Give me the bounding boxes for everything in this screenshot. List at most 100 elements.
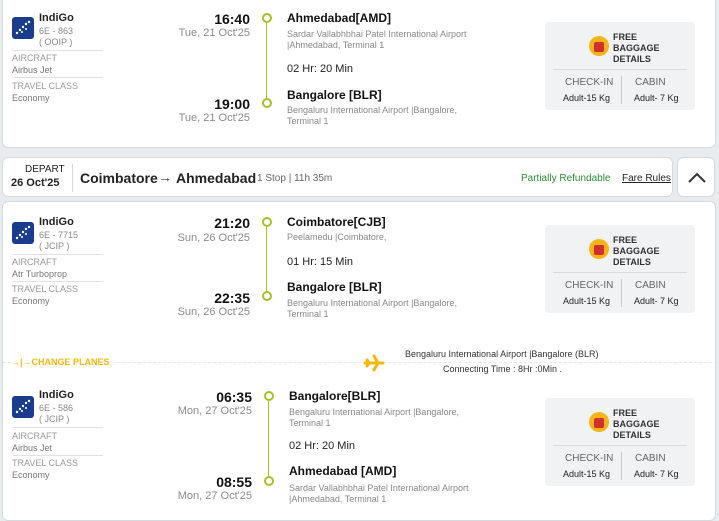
depart-label: DEPART: [25, 164, 65, 175]
baggage-details-box[interactable]: FREE BAGGAGE DETAILS CHECK-IN CABIN Adult-…: [545, 225, 695, 313]
divider: [13, 455, 103, 456]
aircraft-value: Airbus Jet: [12, 65, 53, 75]
departure-airport: Bengaluru International Airport |Bangalo…: [289, 407, 459, 417]
timeline-line: [268, 401, 269, 476]
airplane-icon: [363, 353, 385, 373]
flight-code: ( JCIP ): [39, 414, 70, 424]
arrival-time: 22:35: [214, 290, 250, 306]
divider: [621, 279, 622, 307]
segment-header: DEPART 26 Oct'25 Coimbatore → Ahmedabad …: [2, 157, 673, 197]
airline-name: IndiGo: [39, 389, 74, 401]
airline-name: IndiGo: [39, 12, 74, 24]
flight-code: ( OOIP ): [39, 37, 73, 47]
departure-date: Sun, 26 Oct'25: [177, 232, 250, 244]
indigo-logo: [12, 222, 34, 244]
departure-dot: [262, 13, 272, 23]
flight-duration: 01 Hr: 15 Min: [287, 256, 354, 268]
aircraft-value: Atr Turboprop: [12, 269, 68, 279]
departure-time: 16:40: [214, 11, 250, 27]
stops-duration: 1 Stop | 11h 35m: [257, 173, 333, 184]
departure-city: Bangalore[BLR]: [289, 389, 381, 403]
travel-class-label: TRAVEL CLASS: [12, 284, 79, 294]
arrival-terminal: Terminal 1: [287, 116, 329, 126]
connecting-airport: Bengaluru International Airport |Bangalo…: [405, 349, 599, 359]
divider: [553, 69, 687, 70]
collapse-button[interactable]: [677, 157, 715, 197]
arrival-airport: Sardar Vallabhbhai Patel International A…: [289, 483, 469, 493]
cabin-label: CABIN: [635, 280, 666, 291]
baggage-icon: [589, 36, 609, 56]
checkin-value: Adult-15 Kg: [563, 469, 611, 479]
divider: [13, 427, 103, 428]
departure-dot: [262, 217, 272, 227]
flight-card-2: IndiGo 6E - 7715 ( JCIP ) AIRCRAFT Atr T…: [2, 201, 717, 521]
flight-code: ( JCIP ): [39, 241, 70, 251]
checkin-label: CHECK-IN: [565, 280, 614, 291]
indigo-logo: [12, 17, 34, 39]
change-planes-label: →|→CHANGE PLANES: [11, 357, 114, 367]
route-from: Coimbatore: [80, 170, 158, 186]
arrival-date: Mon, 27 Oct'25: [177, 490, 252, 502]
departure-terminal: Terminal 1: [289, 418, 331, 428]
baggage-details-box[interactable]: FREE BAGGAGE DETAILS CHECK-IN CABIN Adult-…: [545, 398, 695, 486]
travel-class-value: Economy: [12, 296, 50, 306]
baggage-details-box[interactable]: FREE BAGGAGE DETAILS CHECK-IN CABIN Adult-…: [545, 22, 695, 110]
divider: [13, 254, 103, 255]
departure-city: Ahmedabad[AMD]: [287, 11, 391, 25]
timeline-line: [266, 23, 267, 99]
cabin-value: Adult- 7 Kg: [634, 296, 679, 306]
baggage-title: FREE BAGGAGE DETAILS: [613, 235, 660, 267]
baggage-title: FREE BAGGAGE DETAILS: [613, 408, 660, 440]
arrival-dot: [264, 476, 274, 486]
arrival-dot: [262, 98, 272, 108]
travel-class-label: TRAVEL CLASS: [12, 458, 79, 468]
baggage-icon: [589, 239, 609, 259]
divider: [553, 445, 687, 446]
fare-rules-link[interactable]: Fare Rules: [622, 173, 671, 184]
departure-date: Mon, 27 Oct'25: [177, 405, 252, 417]
arrival-city: Bangalore [BLR]: [287, 280, 382, 294]
divider: [621, 452, 622, 480]
arrival-city: Ahmedabad [AMD]: [289, 464, 397, 478]
arrival-date: Sun, 26 Oct'25: [177, 306, 250, 318]
arrival-terminal: |Ahmedabad, Terminal 1: [289, 494, 387, 504]
aircraft-label: AIRCRAFT: [12, 257, 57, 267]
flight-number: 6E - 863: [39, 26, 74, 36]
divider: [13, 50, 103, 51]
departure-dot: [264, 391, 274, 401]
cabin-label: CABIN: [635, 453, 666, 464]
divider: [13, 281, 103, 282]
departure-date: Tue, 21 Oct'25: [178, 27, 250, 39]
flight-number: 6E - 586: [39, 403, 74, 413]
travel-class-value: Economy: [12, 470, 50, 480]
cabin-value: Adult- 7 Kg: [634, 93, 679, 103]
baggage-icon: [589, 412, 609, 432]
depart-date: 26 Oct'25: [11, 177, 60, 189]
route-to: Ahmedabad: [176, 170, 257, 186]
cabin-value: Adult- 7 Kg: [634, 469, 679, 479]
checkin-value: Adult-15 Kg: [563, 93, 611, 103]
flight-duration: 02 Hr: 20 Min: [289, 440, 356, 452]
aircraft-value: Airbus Jet: [12, 443, 53, 453]
arrival-airport: Bengaluru International Airport |Bangalo…: [287, 105, 457, 115]
departure-time: 21:20: [214, 215, 250, 231]
divider: [13, 77, 103, 78]
checkin-label: CHECK-IN: [565, 453, 614, 464]
arrival-time: 19:00: [214, 96, 250, 112]
departure-time: 06:35: [216, 389, 252, 405]
arrival-city: Bangalore [BLR]: [287, 88, 382, 102]
cabin-label: CABIN: [635, 77, 666, 88]
divider: [621, 76, 622, 104]
divider: [553, 272, 687, 273]
arrival-airport: Bengaluru International Airport |Bangalo…: [287, 298, 457, 308]
baggage-title: FREE BAGGAGE DETAILS: [613, 32, 660, 64]
arrival-time: 08:55: [216, 474, 252, 490]
arrow-right-icon: →: [158, 169, 172, 185]
airline-name: IndiGo: [39, 216, 74, 228]
flight-card-1: IndiGo 6E - 863 ( OOIP ) AIRCRAFT Airbus…: [2, 0, 716, 148]
indigo-logo: [12, 396, 34, 418]
departure-airport: Peelamedu |Coimbatore,: [287, 232, 387, 242]
refund-status: Partially Refundable: [521, 173, 611, 184]
departure-terminal: |Ahmedabad, Terminal 1: [287, 40, 385, 50]
departure-airport: Sardar Vallabhbhai Patel International A…: [287, 29, 467, 39]
